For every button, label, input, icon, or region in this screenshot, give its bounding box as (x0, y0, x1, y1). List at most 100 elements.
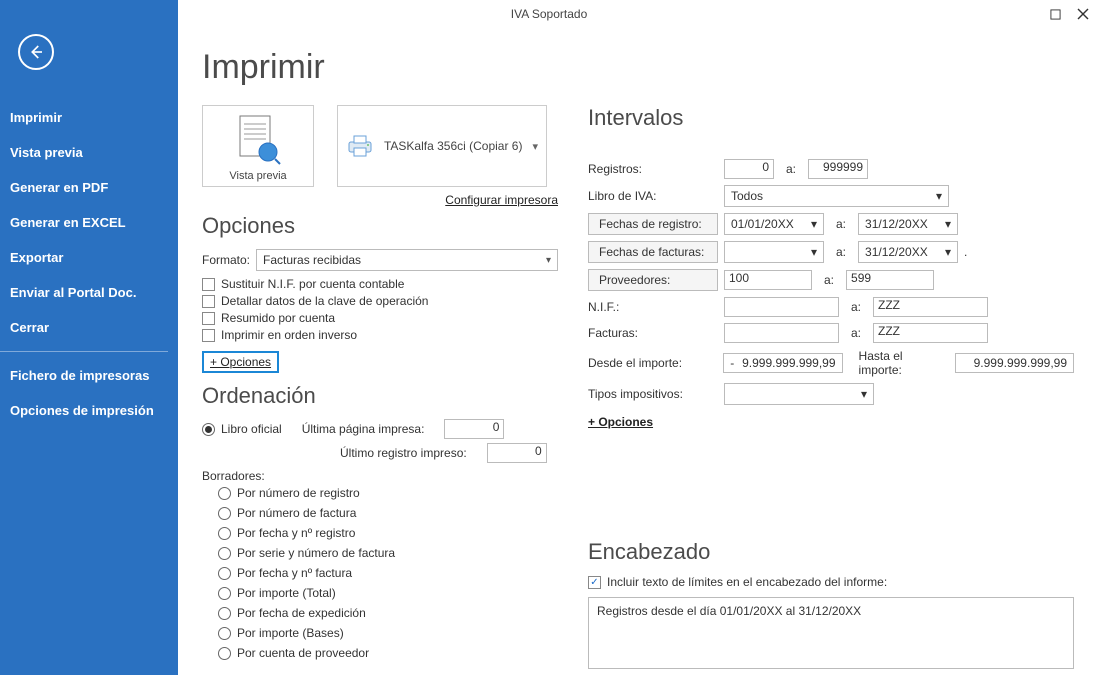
proveedores-button[interactable]: Proveedores: (588, 269, 718, 291)
chevron-down-icon: ▾ (532, 140, 538, 153)
close-icon[interactable] (1076, 7, 1090, 21)
proveedores-from-input[interactable]: 100 (724, 270, 812, 290)
back-button[interactable] (18, 34, 54, 70)
sidebar-item-imprimir[interactable]: Imprimir (0, 100, 178, 135)
tipos-impositivos-select[interactable]: ▾ (724, 383, 874, 405)
sidebar: Imprimir Vista previa Generar en PDF Gen… (0, 0, 178, 675)
sidebar-item-cerrar[interactable]: Cerrar (0, 310, 178, 345)
sidebar-separator (0, 351, 168, 352)
libro-iva-value: Todos (731, 189, 763, 203)
chk-resumido-cuenta[interactable] (202, 312, 215, 325)
proveedores-to-input[interactable]: 599 (846, 270, 934, 290)
sidebar-item-label: Vista previa (10, 145, 83, 160)
radio-label: Por fecha y nº registro (237, 526, 355, 540)
chk-label: Detallar datos de la clave de operación (221, 294, 428, 308)
nif-from-input[interactable] (724, 297, 839, 317)
chk-detallar-clave[interactable] (202, 295, 215, 308)
registros-from-input[interactable]: 0 (724, 159, 774, 179)
hasta-importe-input[interactable]: 9.999.999.999,99 (955, 353, 1074, 373)
document-preview-icon (234, 114, 282, 166)
sidebar-item-label: Cerrar (10, 320, 49, 335)
encabezado-textarea[interactable]: Registros desde el día 01/01/20XX al 31/… (588, 597, 1074, 669)
chk-incluir-limites[interactable]: ✓ (588, 576, 601, 589)
a-label: a: (830, 245, 852, 259)
radio-fecha-factura[interactable] (218, 567, 231, 580)
chk-label: Incluir texto de límites en el encabezad… (607, 575, 887, 589)
chevron-down-icon: ▾ (945, 217, 951, 231)
sidebar-item-generar-excel[interactable]: Generar en EXCEL (0, 205, 178, 240)
fechas-facturas-to[interactable]: 31/12/20XX▾ (858, 241, 958, 263)
intervalos-title: Intervalos (588, 105, 1074, 131)
radio-fecha-registro[interactable] (218, 527, 231, 540)
fechas-registro-button[interactable]: Fechas de registro: (588, 213, 718, 235)
nif-label: N.I.F.: (588, 300, 718, 314)
radio-label: Libro oficial (221, 422, 282, 436)
a-label: a: (845, 300, 867, 314)
radio-label: Por cuenta de proveedor (237, 646, 369, 660)
sidebar-item-opciones-impresion[interactable]: Opciones de impresión (0, 393, 178, 428)
configure-printer-link[interactable]: Configurar impresora (445, 193, 558, 207)
facturas-to-input[interactable]: ZZZ (873, 323, 988, 343)
ultimo-registro-input[interactable]: 0 (487, 443, 547, 463)
chk-sustituir-nif[interactable] (202, 278, 215, 291)
sidebar-item-label: Generar en PDF (10, 180, 108, 195)
sidebar-item-exportar[interactable]: Exportar (0, 240, 178, 275)
window-title: IVA Soportado (511, 7, 588, 21)
maximize-icon[interactable] (1048, 7, 1062, 21)
opciones-more-link[interactable]: + Opciones (202, 351, 279, 373)
ordenacion-title: Ordenación (202, 383, 558, 409)
sidebar-item-label: Enviar al Portal Doc. (10, 285, 136, 300)
radio-label: Por importe (Bases) (237, 626, 344, 640)
borradores-label: Borradores: (202, 469, 265, 483)
fechas-registro-to[interactable]: 31/12/20XX▾ (858, 213, 958, 235)
radio-label: Por número de registro (237, 486, 360, 500)
registros-to-input[interactable]: 999999 (808, 159, 868, 179)
sidebar-item-generar-pdf[interactable]: Generar en PDF (0, 170, 178, 205)
desde-importe-input[interactable]: - 9.999.999.999,99 (723, 353, 842, 373)
chk-label: Sustituir N.I.F. por cuenta contable (221, 277, 404, 291)
vista-previa-tile[interactable]: Vista previa (202, 105, 314, 187)
radio-label: Por número de factura (237, 506, 356, 520)
moneda-title: Moneda (202, 671, 558, 675)
registros-label: Registros: (588, 162, 718, 176)
radio-num-registro[interactable] (218, 487, 231, 500)
chevron-down-icon: ▾ (861, 387, 867, 401)
ultimo-registro-label: Último registro impreso: (340, 446, 467, 460)
radio-num-factura[interactable] (218, 507, 231, 520)
chevron-down-icon: ▾ (811, 217, 817, 231)
radio-importe-total[interactable] (218, 587, 231, 600)
sidebar-item-enviar-portal[interactable]: Enviar al Portal Doc. (0, 275, 178, 310)
ultima-pagina-input[interactable]: 0 (444, 419, 504, 439)
radio-cuenta-proveedor[interactable] (218, 647, 231, 660)
fechas-facturas-button[interactable]: Fechas de facturas: (588, 241, 718, 263)
chevron-down-icon: ▾ (811, 245, 817, 259)
chk-orden-inverso[interactable] (202, 329, 215, 342)
sidebar-item-label: Exportar (10, 250, 63, 265)
fechas-facturas-from[interactable]: ▾ (724, 241, 824, 263)
radio-fecha-expedicion[interactable] (218, 607, 231, 620)
printer-selector[interactable]: TASKalfa 356ci (Copiar 6) ▾ (337, 105, 547, 187)
chevron-down-icon: ▾ (936, 189, 942, 203)
radio-importe-bases[interactable] (218, 627, 231, 640)
a-label: a: (818, 273, 840, 287)
printer-name: TASKalfa 356ci (Copiar 6) (384, 139, 523, 153)
radio-label: Por importe (Total) (237, 586, 336, 600)
hasta-importe-label: Hasta el importe: (859, 349, 949, 377)
ultima-pagina-label: Última página impresa: (302, 422, 425, 436)
radio-serie-num-factura[interactable] (218, 547, 231, 560)
nif-to-input[interactable]: ZZZ (873, 297, 988, 317)
intervalos-more-link[interactable]: + Opciones (588, 415, 653, 429)
encabezado-title: Encabezado (588, 539, 1074, 565)
radio-libro-oficial[interactable] (202, 423, 215, 436)
facturas-label: Facturas: (588, 326, 718, 340)
a-label: a: (780, 162, 802, 176)
fechas-registro-from[interactable]: 01/01/20XX▾ (724, 213, 824, 235)
formato-select[interactable]: Facturas recibidas ▾ (256, 249, 558, 271)
libro-iva-select[interactable]: Todos ▾ (724, 185, 949, 207)
a-label: a: (830, 217, 852, 231)
opciones-title: Opciones (202, 213, 558, 239)
sidebar-item-vista-previa[interactable]: Vista previa (0, 135, 178, 170)
sidebar-item-fichero-impresoras[interactable]: Fichero de impresoras (0, 358, 178, 393)
page-title: Imprimir (202, 48, 1074, 87)
facturas-from-input[interactable] (724, 323, 839, 343)
